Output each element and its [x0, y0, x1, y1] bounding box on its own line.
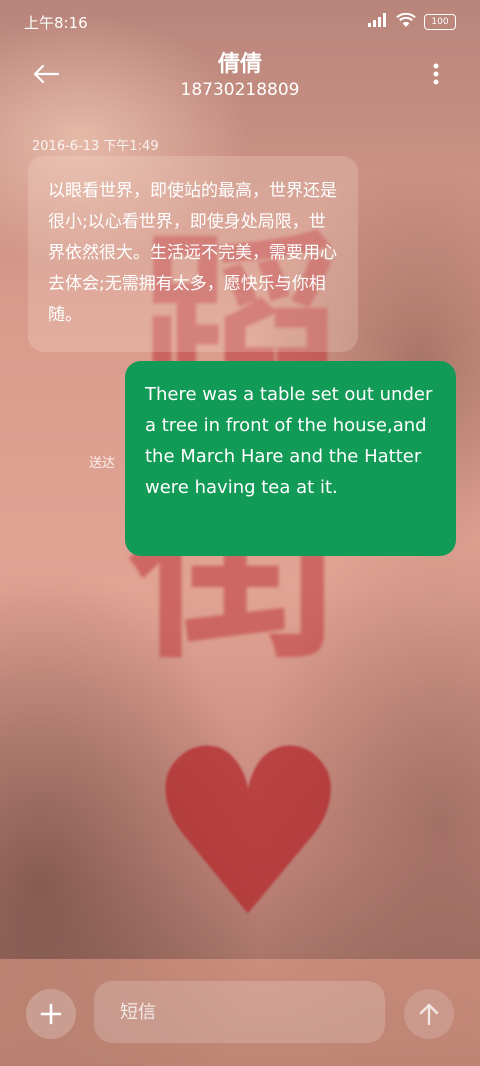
outgoing-message-bubble[interactable]: There was a table set out under a tree i…: [125, 361, 456, 556]
contact-name[interactable]: 倩倩: [0, 46, 480, 78]
plus-icon[interactable]: [26, 989, 76, 1039]
send-arrow-icon[interactable]: [404, 989, 454, 1039]
heart-icon: ♥: [145, 701, 352, 968]
status-time: 上午8:16: [24, 13, 88, 32]
conversation-header: 倩倩 18730218809: [0, 44, 480, 114]
status-bar: 上午8:16 100: [0, 0, 480, 44]
contact-phone-number[interactable]: 18730218809: [0, 80, 480, 100]
incoming-message-bubble[interactable]: 以眼看世界，即使站的最高，世界还是很小;以心看世界，即使身处局限，世界依然很大。…: [28, 156, 358, 352]
wifi-icon: [396, 12, 416, 32]
delivery-status: 送达: [89, 456, 116, 471]
message-timestamp: 2016-6-13 下午1:49: [32, 139, 159, 154]
status-icons: 100: [368, 12, 456, 32]
message-input[interactable]: [94, 981, 385, 1043]
battery-icon: 100: [424, 14, 456, 30]
more-vertical-icon[interactable]: [424, 58, 448, 90]
signal-icon: [368, 13, 388, 31]
composer-bar: [0, 959, 480, 1066]
